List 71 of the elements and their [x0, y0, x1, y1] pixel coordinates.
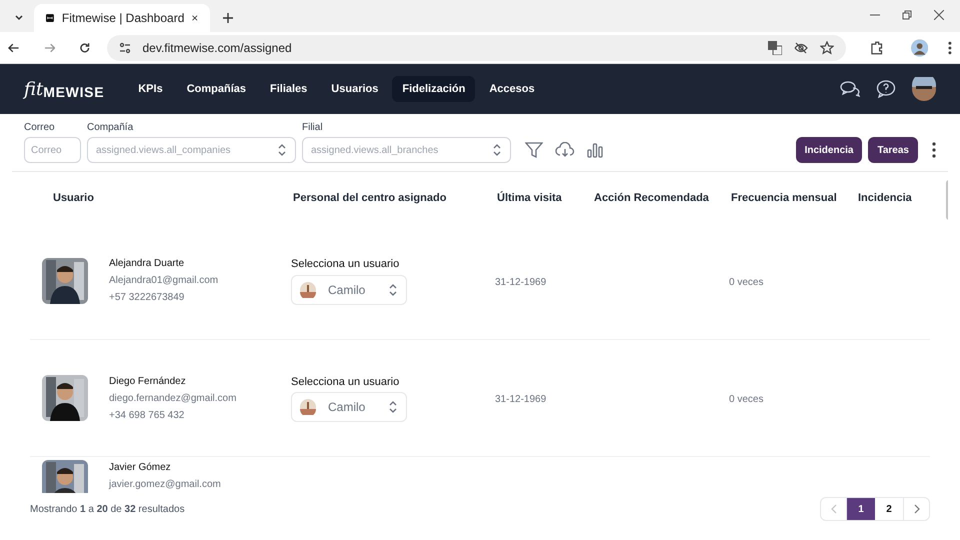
new-tab-icon[interactable] [222, 12, 234, 24]
bar-chart-icon[interactable] [587, 142, 603, 158]
url-text: dev.fitmewise.com/assigned [142, 40, 293, 56]
more-icon[interactable] [932, 142, 936, 158]
profile-avatar-icon[interactable] [910, 38, 928, 56]
nav-tab[interactable]: Fidelización [392, 76, 476, 102]
user-phone: +34 698 765 432 [109, 408, 186, 422]
cloud-download-icon[interactable] [555, 142, 575, 158]
back-icon[interactable] [8, 42, 20, 54]
column-header: Acción Recomendada [594, 192, 709, 204]
star-icon[interactable] [820, 40, 834, 54]
field-label: Selecciona un usuario [291, 257, 400, 272]
filter-icon[interactable] [525, 141, 543, 159]
staff-select[interactable]: Camilo [291, 392, 407, 422]
column-header: Usuario [53, 192, 94, 204]
last-visit: 31-12-1969 [495, 394, 546, 405]
site-settings-icon[interactable] [118, 42, 130, 54]
email-field[interactable]: Correo [24, 137, 81, 163]
chevron-updown-icon [492, 143, 502, 157]
monthly-frequency: 0 veces [729, 394, 764, 405]
eye-slash-icon[interactable] [794, 40, 808, 54]
column-header: Incidencia [858, 192, 912, 204]
nav-tab[interactable]: Compañías [176, 76, 256, 102]
action-button[interactable]: Incidencia [796, 137, 862, 163]
user-name: Diego Fernández [109, 374, 187, 388]
more-icon[interactable] [948, 40, 952, 54]
staff-select[interactable]: Camilo [291, 274, 407, 305]
chevron-left-icon [830, 504, 836, 514]
last-visit: 31-12-1969 [495, 276, 546, 288]
browser-tab[interactable]: Fitmewise | Dashboard [34, 4, 210, 32]
dumbbell-icon [46, 11, 54, 25]
extensions-icon[interactable] [870, 40, 883, 54]
action-button[interactable]: Tareas [868, 137, 918, 163]
help-icon[interactable] [876, 80, 896, 98]
chat-icon[interactable] [840, 80, 860, 98]
logo[interactable]: fitMEWISE [24, 76, 104, 102]
tab-title: Fitmewise | Dashboard [62, 10, 184, 27]
results-summary: Mostrando 1 a 20 de 32 resultados [30, 502, 185, 516]
address-bar[interactable]: dev.fitmewise.com/assigned [106, 34, 846, 60]
field-label: Compañía [87, 121, 134, 135]
field-label: Selecciona un usuario [291, 374, 400, 390]
nav-tab[interactable]: KPIs [128, 76, 173, 102]
user-email: diego.fernandez@gmail.com [109, 392, 236, 406]
page-button[interactable]: 1 [847, 498, 875, 520]
nav-tab[interactable]: Accesos [479, 76, 545, 102]
chevron-right-icon [914, 504, 920, 514]
column-header: Última visita [497, 192, 562, 204]
reload-icon[interactable] [79, 42, 90, 54]
user-name: Alejandra Duarte [109, 257, 186, 271]
restore-icon[interactable] [902, 10, 912, 20]
column-header: Personal del centro asignado [293, 192, 446, 204]
close-icon[interactable] [934, 10, 944, 20]
chevron-updown-icon [388, 282, 398, 297]
column-header: Frecuencia mensual [731, 192, 837, 204]
nav-tab[interactable]: Filiales [260, 76, 318, 102]
page-button[interactable]: 2 [875, 498, 903, 520]
monthly-frequency: 0 veces [729, 276, 764, 288]
field-label: Correo [24, 121, 56, 135]
forward-icon[interactable] [44, 42, 55, 54]
user-avatar-icon[interactable] [912, 77, 936, 101]
user-email: Alejandra01@gmail.com [109, 274, 218, 288]
avatar-icon [300, 282, 316, 298]
user-phone: +57 3222673849 [109, 291, 186, 305]
close-icon[interactable] [192, 13, 198, 23]
chevron-updown-icon [277, 143, 287, 157]
user-email: javier.gomez@gmail.com [109, 478, 221, 492]
user-name: Javier Gómez [109, 461, 172, 475]
field-label: Filial [302, 121, 324, 135]
chevron-updown-icon [388, 400, 398, 414]
avatar-icon [300, 399, 316, 416]
nav-tab[interactable]: Usuarios [321, 76, 388, 102]
